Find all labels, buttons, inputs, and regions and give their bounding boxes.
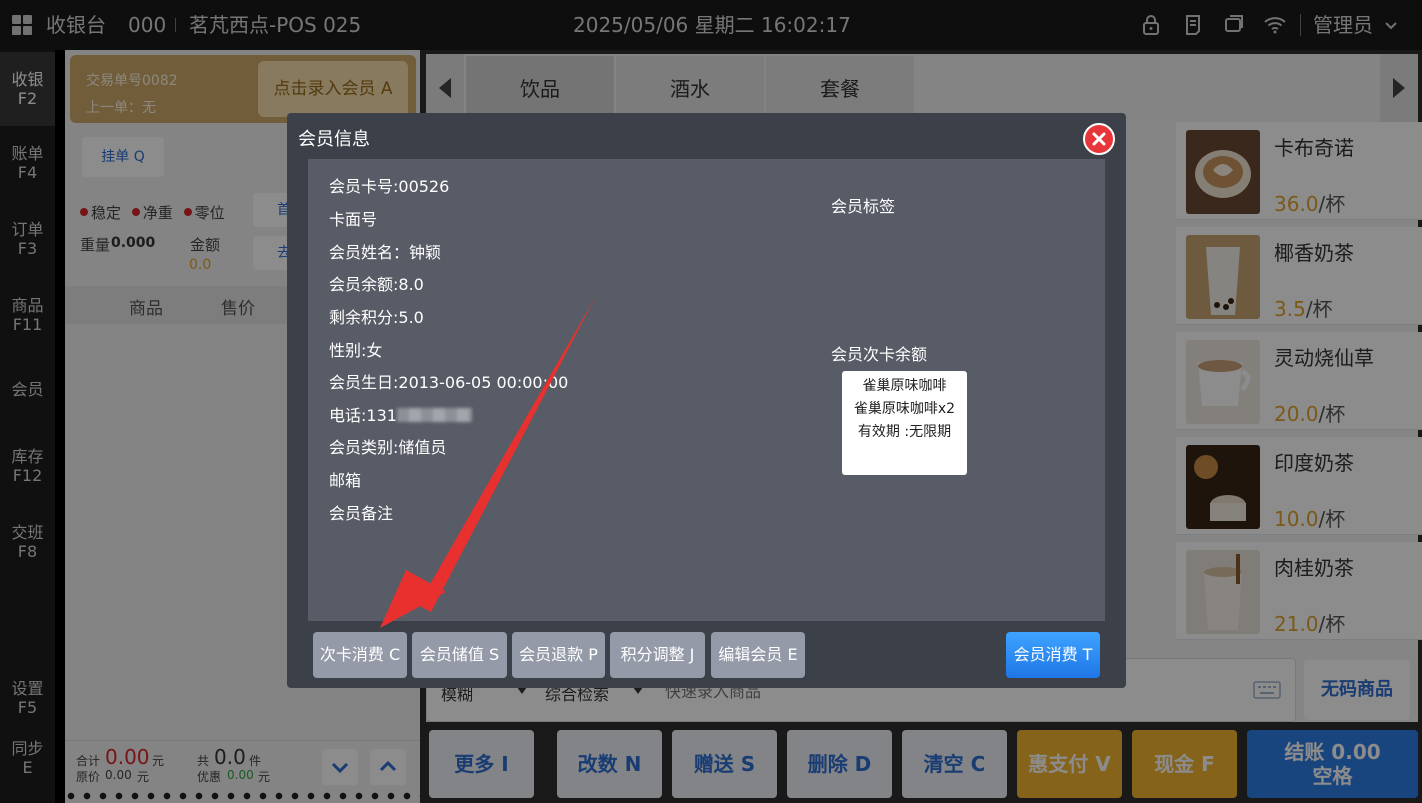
card-item-validity: 有效期 :无限期 — [857, 424, 952, 440]
member-category: 会员类别:储值员 — [329, 438, 447, 457]
times-card-label: 会员次卡余额 — [831, 345, 928, 364]
times-card-consume-button[interactable]: 次卡消费 C — [313, 632, 407, 678]
member-remark: 会员备注 — [329, 504, 394, 523]
member-email: 邮箱 — [329, 471, 362, 490]
member-recharge-button[interactable]: 会员储值 S — [412, 632, 507, 678]
close-icon — [1092, 132, 1106, 146]
member-tag-label: 会员标签 — [831, 197, 896, 216]
card-item-name: 雀巢原味咖啡 — [862, 378, 947, 394]
dialog-title: 会员信息 — [298, 129, 370, 150]
member-gender: 性别:女 — [329, 341, 383, 360]
phone-redaction — [396, 408, 472, 422]
card-item-qty: 雀巢原味咖啡x2 — [853, 401, 956, 417]
member-phone: 电话:131 — [329, 402, 472, 426]
member-card-no: 会员卡号:00526 — [329, 177, 450, 196]
edit-member-button[interactable]: 编辑会员 E — [711, 632, 805, 678]
member-info-dialog: 会员信息 会员卡号:00526 卡面号 会员姓名：钟颖 会员余额:8.0 剩余积… — [287, 113, 1126, 688]
member-refund-button[interactable]: 会员退款 P — [512, 632, 605, 678]
points-adjust-button[interactable]: 积分调整 J — [610, 632, 705, 678]
member-consume-button[interactable]: 会员消费 T — [1006, 632, 1100, 678]
member-info-panel: 会员卡号:00526 卡面号 会员姓名：钟颖 会员余额:8.0 剩余积分:5.0… — [308, 159, 1105, 621]
close-button[interactable] — [1083, 123, 1115, 155]
member-points: 剩余积分:5.0 — [329, 308, 424, 327]
member-face-no: 卡面号 — [329, 210, 378, 229]
times-card-item[interactable]: 雀巢原味咖啡 雀巢原味咖啡x2 有效期 :无限期 — [842, 371, 967, 475]
member-birthday: 会员生日:2013-06-05 00:00:00 — [329, 373, 569, 392]
member-name: 会员姓名：钟颖 — [329, 243, 442, 262]
member-balance: 会员余额:8.0 — [329, 275, 424, 294]
